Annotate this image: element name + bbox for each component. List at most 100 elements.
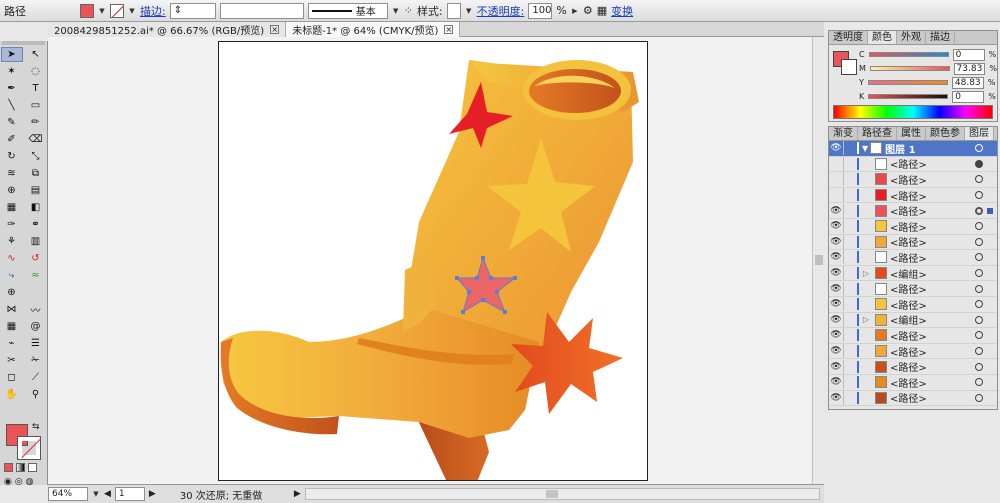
visibility-toggle[interactable]	[829, 157, 843, 171]
close-icon[interactable]: ×	[270, 25, 280, 34]
target-icon[interactable]	[975, 284, 983, 293]
chart-tool-icon[interactable]: ⌁	[1, 336, 23, 351]
artboard[interactable]	[218, 41, 648, 481]
lock-toggle[interactable]	[843, 297, 855, 312]
target-icon[interactable]	[975, 237, 983, 246]
hand-tool-icon[interactable]: ✋	[1, 387, 23, 402]
tab-color-guide[interactable]: 颜色参	[926, 127, 965, 140]
eye-icon[interactable]: 👁	[829, 360, 843, 374]
prev-artboard-icon[interactable]: ◀	[104, 489, 111, 499]
lasso-tool-icon[interactable]: ◌	[25, 64, 47, 79]
chevron-right-icon[interactable]: ▷	[859, 315, 873, 324]
spiral-tool-icon[interactable]: @	[25, 319, 47, 334]
layer-row[interactable]: 👁 ▷ <编组>	[829, 266, 997, 282]
lock-toggle[interactable]	[843, 266, 855, 281]
magic-wand-tool-icon[interactable]: ✶	[1, 64, 23, 79]
layer-row[interactable]: 👁 <路径>	[829, 250, 997, 266]
k-value[interactable]: 0	[952, 90, 985, 103]
target-icon[interactable]	[975, 378, 983, 387]
none-mode-icon[interactable]	[28, 463, 37, 472]
chevron-down-icon[interactable]: ▼	[465, 7, 473, 15]
pencil-tool-icon[interactable]: ✏	[25, 115, 47, 130]
draw-normal-icon[interactable]: ◉	[4, 477, 12, 487]
expand-icon[interactable]: ▼	[862, 144, 868, 153]
boot-artwork[interactable]	[219, 42, 648, 481]
artboard-tool-icon[interactable]: ◻	[1, 370, 23, 385]
canvas-area[interactable]	[48, 37, 824, 484]
lock-toggle[interactable]	[843, 281, 855, 296]
blob-brush-tool-icon[interactable]: ✐	[1, 132, 23, 147]
lock-toggle[interactable]	[843, 312, 855, 327]
chevron-down-icon[interactable]: ▼	[92, 490, 100, 498]
tab-stroke[interactable]: 描边	[926, 31, 955, 44]
target-icon[interactable]	[975, 175, 983, 184]
lock-toggle[interactable]	[843, 250, 855, 265]
layer-row[interactable]: 👁 <路径>	[829, 297, 997, 313]
free-transform-tool-icon[interactable]: ⧉	[25, 166, 47, 181]
lock-toggle[interactable]	[843, 141, 855, 156]
target-icon[interactable]	[975, 159, 983, 168]
target-icon[interactable]	[975, 191, 983, 200]
layer-row[interactable]: 👁 <路径>	[829, 219, 997, 235]
lock-toggle[interactable]	[843, 390, 855, 405]
line-tool-icon[interactable]: ╲	[1, 98, 23, 113]
selection-tool-icon[interactable]: ➤	[0, 47, 23, 62]
live-paint-tool-icon[interactable]: ▤	[25, 183, 47, 198]
eye-icon[interactable]: 👁	[829, 282, 843, 296]
chevron-down-icon[interactable]: ▼	[128, 7, 136, 15]
eye-icon[interactable]: 👁	[829, 344, 843, 358]
tab-appearance[interactable]: 外观	[897, 31, 926, 44]
warp-tool-icon[interactable]: ≋	[1, 166, 23, 181]
style-swatch[interactable]	[446, 2, 461, 19]
eye-icon[interactable]: 👁	[829, 219, 843, 233]
zoom-tool-icon[interactable]: ⚲	[25, 387, 47, 402]
visibility-toggle[interactable]	[829, 188, 843, 202]
target-icon[interactable]	[975, 331, 983, 340]
draw-behind-icon[interactable]: ◎	[15, 477, 23, 487]
opacity-label[interactable]: 不透明度:	[477, 3, 525, 19]
eye-icon[interactable]: 👁	[829, 266, 843, 280]
layer-row[interactable]: 👁 <路径>	[829, 359, 997, 375]
tab-gradient[interactable]: 渐变	[829, 127, 858, 140]
horizontal-scrollbar[interactable]	[304, 488, 820, 500]
draw-inside-icon[interactable]: ◍	[26, 477, 34, 487]
column-graph-tool-icon[interactable]: ▥	[25, 234, 47, 249]
target-icon[interactable]	[975, 206, 983, 215]
wave-tool-icon[interactable]: 〰	[25, 302, 47, 317]
color-spectrum[interactable]	[833, 105, 993, 119]
lock-toggle[interactable]	[843, 375, 855, 390]
grid-tool-icon[interactable]: ▦	[1, 319, 23, 334]
layer-row[interactable]: 👁 <路径>	[829, 390, 997, 407]
opacity-field[interactable]: 100	[528, 2, 553, 19]
layer-row[interactable]: <路径>	[829, 156, 997, 173]
layer-row[interactable]: 👁 <路径>	[829, 234, 997, 251]
layer-row[interactable]: 👁 <路径>	[829, 375, 997, 391]
zoom-field[interactable]: 64%	[48, 487, 88, 501]
fill-swatch[interactable]	[80, 3, 94, 18]
lock-toggle[interactable]	[843, 203, 855, 218]
chevron-down-icon[interactable]: ▼	[98, 7, 106, 15]
crosshair-tool-icon[interactable]: ⊕	[1, 285, 23, 300]
gradient-mode-icon[interactable]	[16, 463, 25, 472]
stroke-swatch[interactable]	[110, 3, 124, 18]
vertical-scrollbar[interactable]	[812, 37, 824, 484]
scroll-thumb[interactable]	[545, 490, 558, 498]
chevron-down-icon[interactable]: ▶	[571, 7, 579, 15]
target-icon[interactable]	[975, 300, 983, 309]
rectangle-tool-icon[interactable]: ▭	[25, 98, 47, 113]
artboard-field[interactable]: 1	[114, 487, 145, 501]
envelope-tool-icon[interactable]: ⋈	[1, 302, 23, 317]
eraser-tool-icon[interactable]: ⌫	[25, 132, 47, 147]
lock-toggle[interactable]	[843, 219, 855, 234]
type-tool-icon[interactable]: T	[25, 81, 47, 96]
lock-toggle[interactable]	[843, 188, 855, 203]
eye-icon[interactable]: 👁	[829, 250, 843, 264]
chevron-right-icon[interactable]: ▷	[859, 269, 873, 278]
chevron-down-icon[interactable]: ▼	[392, 7, 400, 15]
layer-row[interactable]: <路径>	[829, 172, 997, 188]
recolor-icon[interactable]: ⚙	[583, 4, 593, 17]
layer-row[interactable]: 👁 ▷ <编组>	[829, 312, 997, 329]
tab-attributes[interactable]: 属性	[897, 127, 926, 140]
layer-row[interactable]: 👁 <路径>	[829, 203, 997, 219]
color-mode-icon[interactable]	[4, 463, 13, 472]
